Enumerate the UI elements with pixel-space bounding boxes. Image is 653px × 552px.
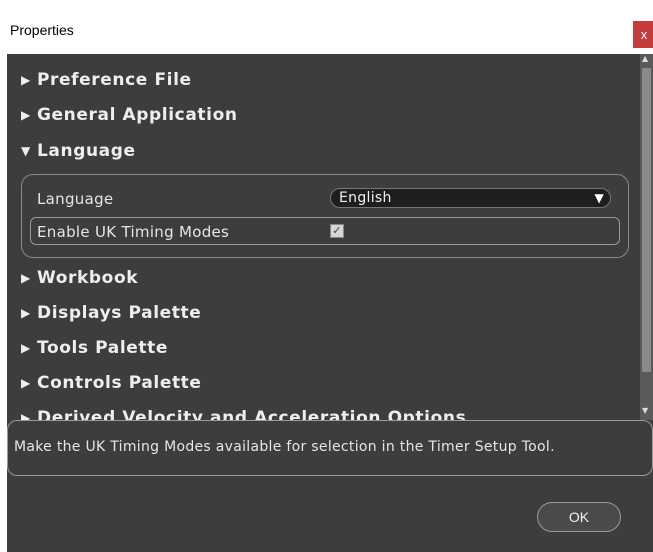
vertical-scrollbar[interactable]: ▲ ▼ bbox=[640, 54, 653, 420]
chevron-down-icon: ▼ bbox=[594, 191, 604, 205]
language-dropdown[interactable]: English ▼ bbox=[330, 188, 611, 208]
expand-triangle-icon: ▶ bbox=[21, 73, 31, 87]
expand-triangle-icon: ▶ bbox=[21, 271, 31, 285]
section-controls-palette[interactable]: ▶ Controls Palette bbox=[21, 370, 202, 396]
section-label: Controls Palette bbox=[37, 373, 202, 393]
expand-triangle-icon: ▶ bbox=[21, 341, 31, 355]
section-derived-velocity[interactable]: ▶ Derived Velocity and Acceleration Optio… bbox=[21, 405, 466, 420]
close-button[interactable]: x bbox=[633, 21, 653, 48]
section-displays-palette[interactable]: ▶ Displays Palette bbox=[21, 300, 201, 326]
language-row: Language English ▼ bbox=[30, 185, 620, 213]
uk-timing-label: Enable UK Timing Modes bbox=[37, 223, 230, 241]
uk-timing-row[interactable]: Enable UK Timing Modes ✓ bbox=[30, 217, 620, 245]
scroll-down-icon[interactable]: ▼ bbox=[642, 406, 648, 415]
expand-triangle-icon: ▶ bbox=[21, 411, 31, 420]
language-settings-group: Language English ▼ Enable UK Timing Mode… bbox=[21, 174, 629, 258]
scroll-up-icon[interactable]: ▲ bbox=[642, 54, 648, 63]
section-tools-palette[interactable]: ▶ Tools Palette bbox=[21, 335, 168, 361]
section-general-application[interactable]: ▶ General Application bbox=[21, 102, 238, 128]
section-label: Tools Palette bbox=[37, 338, 168, 358]
title-bar: Properties x bbox=[0, 0, 653, 54]
section-label: Derived Velocity and Acceleration Option… bbox=[37, 408, 467, 420]
checkmark-icon: ✓ bbox=[332, 224, 342, 237]
property-description-box: Make the UK Timing Modes available for s… bbox=[7, 420, 653, 476]
language-label: Language bbox=[37, 190, 114, 208]
expand-triangle-icon: ▶ bbox=[21, 108, 31, 122]
expand-triangle-icon: ▶ bbox=[21, 306, 31, 320]
window-title: Properties bbox=[10, 22, 74, 38]
section-label: Workbook bbox=[37, 268, 139, 288]
uk-timing-checkbox[interactable]: ✓ bbox=[330, 224, 344, 238]
collapse-triangle-icon: ▼ bbox=[21, 144, 31, 158]
section-label: General Application bbox=[37, 105, 238, 125]
expand-triangle-icon: ▶ bbox=[21, 376, 31, 390]
properties-panel: ▶ Preference File ▶ General Application ▼ L… bbox=[7, 54, 653, 552]
section-language[interactable]: ▼ Language bbox=[21, 138, 136, 164]
scroll-thumb[interactable] bbox=[642, 68, 651, 372]
section-label: Language bbox=[37, 141, 136, 161]
section-preference-file[interactable]: ▶ Preference File bbox=[21, 67, 192, 93]
property-description-text: Make the UK Timing Modes available for s… bbox=[14, 439, 555, 455]
ok-button[interactable]: OK bbox=[537, 502, 621, 532]
section-workbook[interactable]: ▶ Workbook bbox=[21, 265, 138, 291]
properties-tree: ▶ Preference File ▶ General Application ▼ L… bbox=[7, 54, 640, 420]
language-dropdown-value: English bbox=[339, 190, 392, 206]
section-label: Displays Palette bbox=[37, 303, 202, 323]
section-label: Preference File bbox=[37, 70, 192, 90]
